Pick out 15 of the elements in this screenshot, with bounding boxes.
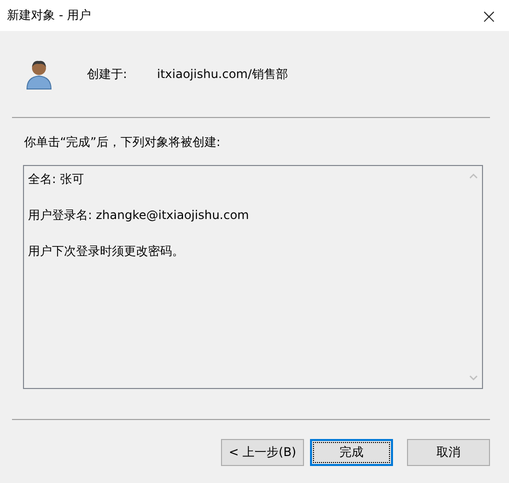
dialog-button[interactable]: < 上一步(B) — [221, 439, 304, 466]
created-in-label: 创建于: — [87, 66, 128, 82]
scroll-down-icon[interactable] — [469, 375, 478, 381]
user-icon — [25, 58, 53, 90]
container-path: itxiaojishu.com/销售部 — [157, 66, 288, 82]
intro-text: 你单击“完成”后，下列对象将被创建: — [24, 134, 222, 151]
summary-line: 用户下次登录时须更改密码。 — [28, 243, 185, 260]
dialog-button[interactable]: 取消 — [407, 439, 490, 466]
scroll-up-icon[interactable] — [469, 173, 478, 179]
window-title: 新建对象 - 用户 — [7, 7, 91, 24]
summary-line: 用户登录名: zhangke@itxiaojishu.com — [28, 207, 250, 224]
summary-line: 全名: 张可 — [28, 171, 85, 188]
close-button[interactable]: × — [469, 0, 509, 31]
dialog-button[interactable]: 完成 — [310, 439, 393, 466]
summary-text-area[interactable]: 全名: 张可 用户登录名: zhangke@itxiaojishu.com 用户下次登录时须更改密码。 — [23, 165, 483, 389]
